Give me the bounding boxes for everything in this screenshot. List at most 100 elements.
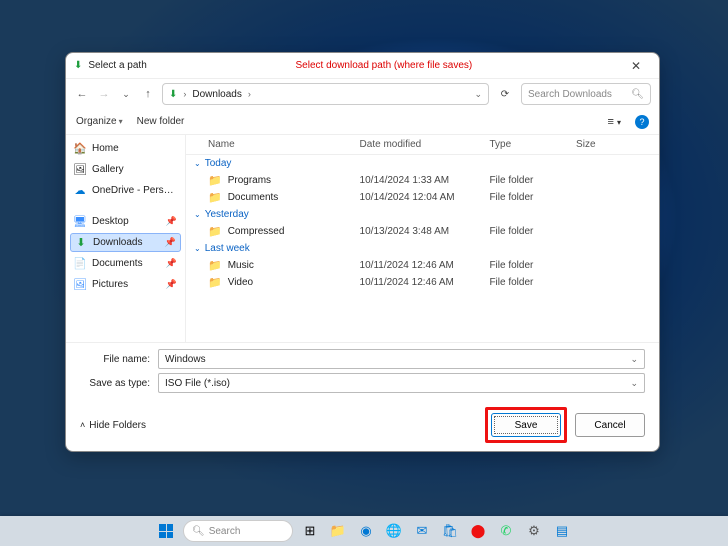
folder-icon: 📁 — [208, 225, 222, 238]
forward-button[interactable]: → — [96, 88, 112, 100]
search-icon: 🔍︎ — [192, 526, 205, 537]
download-icon: ⬇ — [75, 236, 87, 249]
store-icon[interactable]: 🛍 — [439, 520, 461, 542]
chevron-down-icon[interactable]: ⌄ — [630, 354, 638, 365]
file-row[interactable]: 📁Music10/11/2024 12:46 AMFile folder — [186, 257, 659, 274]
column-name[interactable]: Name — [208, 139, 360, 150]
refresh-button[interactable]: ⟳ — [495, 89, 515, 100]
folder-icon: 📁 — [208, 191, 222, 204]
taskbar-search[interactable]: 🔍︎Search — [183, 520, 293, 542]
address-bar[interactable]: ⬇ › Downloads › ⌄ — [162, 83, 489, 105]
toolbar: Organize▾ New folder ≡ ▾ ? — [66, 109, 659, 135]
location-text: Downloads — [192, 89, 241, 100]
hide-folders-button[interactable]: ˄Hide Folders — [80, 420, 146, 431]
desktop-icon: 🖥 — [74, 215, 86, 228]
explorer-icon[interactable]: 📁 — [327, 520, 349, 542]
column-type[interactable]: Type — [489, 139, 576, 150]
file-row[interactable]: 📁Compressed10/13/2024 3:48 AMFile folder — [186, 223, 659, 240]
nav-row: ← → ⌄ ↑ ⬇ › Downloads › ⌄ ⟳ Search Downl… — [66, 79, 659, 109]
column-headers[interactable]: Name Date modified Type Size — [186, 135, 659, 155]
new-folder-button[interactable]: New folder — [137, 116, 185, 127]
save-dialog: ⬇ Select a path Select download path (wh… — [65, 52, 660, 452]
cloud-icon: ☁ — [74, 184, 86, 197]
column-date[interactable]: Date modified — [360, 139, 490, 150]
view-options-button[interactable]: ≡ ▾ — [608, 116, 622, 128]
pin-icon: 📌 — [165, 237, 176, 248]
download-folder-icon: ⬇ — [169, 89, 177, 100]
close-button[interactable]: ✕ — [621, 59, 651, 73]
task-view-button[interactable]: ⊞ — [299, 520, 321, 542]
file-date: 10/14/2024 12:04 AM — [360, 192, 490, 203]
folder-icon: 📁 — [208, 174, 222, 187]
start-button[interactable] — [155, 520, 177, 542]
sidebar-item-onedrive[interactable]: ☁OneDrive - Pers… — [66, 181, 185, 200]
dialog-footer: ˄Hide Folders Save Cancel — [66, 399, 659, 451]
file-name: Music — [228, 260, 254, 271]
chevron-right-icon: › — [183, 89, 186, 99]
chrome-icon[interactable]: 🌐 — [383, 520, 405, 542]
help-button[interactable]: ? — [635, 115, 649, 129]
chevron-down-icon: ▾ — [119, 117, 123, 126]
folder-icon: 📁 — [208, 259, 222, 272]
sidebar-item-downloads[interactable]: ⬇Downloads📌 — [70, 233, 181, 252]
sidebar-item-home[interactable]: 🏠Home — [66, 139, 185, 158]
file-date: 10/11/2024 12:46 AM — [360, 277, 490, 288]
search-icon: 🔍︎ — [631, 89, 644, 100]
save-button[interactable]: Save — [491, 413, 561, 437]
windows-logo-icon — [159, 524, 173, 538]
file-name: Programs — [228, 175, 271, 186]
filename-label: File name: — [80, 354, 150, 365]
savetype-label: Save as type: — [80, 378, 150, 389]
file-type: File folder — [489, 226, 576, 237]
chevron-down-icon: ⌄ — [194, 244, 201, 253]
file-type: File folder — [489, 192, 576, 203]
titlebar: ⬇ Select a path Select download path (wh… — [66, 53, 659, 79]
file-type: File folder — [489, 175, 576, 186]
sidebar-item-pictures[interactable]: 🖼Pictures📌 — [66, 275, 185, 294]
chevron-right-icon: › — [248, 89, 251, 99]
taskbar[interactable]: 🔍︎Search ⊞ 📁 ◉ 🌐 ✉ 🛍 ⬤ ✆ ⚙ ▤ — [0, 516, 728, 546]
edge-icon[interactable]: ◉ — [355, 520, 377, 542]
file-list-pane: Name Date modified Type Size ⌄Today 📁 Prog… — [186, 135, 659, 342]
document-icon: 📄 — [74, 257, 86, 270]
pin-icon: 📌 — [166, 279, 177, 290]
chevron-up-icon: ˄ — [80, 420, 85, 430]
back-button[interactable]: ← — [74, 88, 90, 100]
file-row[interactable]: 📁Video10/11/2024 12:46 AMFile folder — [186, 274, 659, 291]
file-date: 10/14/2024 1:33 AM — [360, 175, 490, 186]
settings-icon[interactable]: ⚙ — [523, 520, 545, 542]
group-header[interactable]: ⌄Yesterday — [186, 206, 659, 223]
search-placeholder: Search Downloads — [528, 89, 612, 100]
chevron-down-icon: ⌄ — [194, 210, 201, 219]
group-header[interactable]: ⌄Today — [186, 155, 659, 172]
recent-locations-button[interactable]: ⌄ — [118, 89, 134, 100]
file-name: Video — [228, 277, 253, 288]
up-button[interactable]: ↑ — [140, 88, 156, 100]
search-input[interactable]: Search Downloads 🔍︎ — [521, 83, 651, 105]
filename-input[interactable]: Windows⌄ — [158, 349, 645, 369]
app-icon[interactable]: ▤ — [551, 520, 573, 542]
sidebar-item-gallery[interactable]: 🖼Gallery — [66, 160, 185, 179]
dropdown-icon[interactable]: ⌄ — [474, 89, 482, 100]
file-row[interactable]: 📁 Programs 10/14/2024 1:33 AMFile folder — [186, 172, 659, 189]
sidebar-item-documents[interactable]: 📄Documents📌 — [66, 254, 185, 273]
mail-icon[interactable]: ✉ — [411, 520, 433, 542]
gallery-icon: 🖼 — [74, 163, 86, 176]
column-size[interactable]: Size — [576, 139, 641, 150]
pin-icon: 📌 — [166, 258, 177, 269]
app-icon[interactable]: ⬤ — [467, 520, 489, 542]
file-row[interactable]: 📁Documents10/14/2024 12:04 AMFile folder — [186, 189, 659, 206]
organize-button[interactable]: Organize▾ — [76, 116, 123, 127]
cancel-button[interactable]: Cancel — [575, 413, 645, 437]
pictures-icon: 🖼 — [74, 278, 86, 291]
whatsapp-icon[interactable]: ✆ — [495, 520, 517, 542]
file-date: 10/13/2024 3:48 AM — [360, 226, 490, 237]
group-header[interactable]: ⌄Last week — [186, 240, 659, 257]
sidebar-item-desktop[interactable]: 🖥Desktop📌 — [66, 212, 185, 231]
savetype-select[interactable]: ISO File (*.iso)⌄ — [158, 373, 645, 393]
annotation-text: Select download path (where file saves) — [147, 60, 621, 71]
chevron-down-icon[interactable]: ⌄ — [630, 378, 638, 389]
download-icon: ⬇ — [74, 60, 82, 71]
file-type: File folder — [489, 260, 576, 271]
file-type: File folder — [489, 277, 576, 288]
